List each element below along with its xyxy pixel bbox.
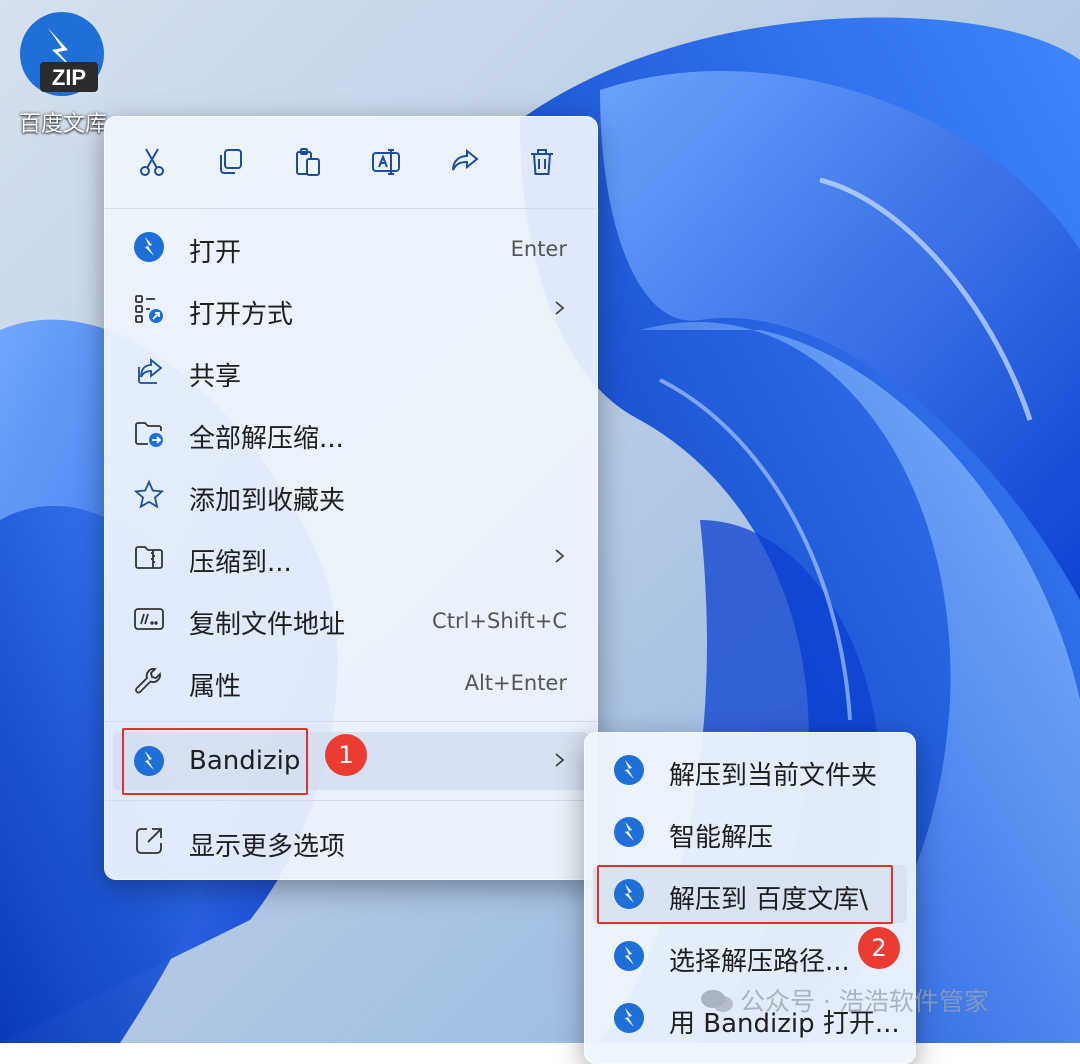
toolbar-separator [105,208,597,209]
menu-item-extract-all[interactable]: 全部解压缩... [113,404,589,462]
menu-item-show-more-options[interactable]: 显示更多选项 [113,812,589,870]
submenu-item-label: 选择解压路径... [669,947,850,977]
wrench-icon [135,668,161,694]
chevron-right-icon [555,301,565,315]
menu-item-properties[interactable]: 属性 Alt+Enter [113,652,589,710]
menu-item-label: 打开 [189,238,242,268]
chevron-right-icon [555,549,565,563]
menu-item-label: 压缩到... [189,548,292,578]
watermark: 公众号 · 浩浩软件管家 [700,982,989,1018]
step-badge-1: 1 [325,734,367,776]
menu-item-shortcut: Alt+Enter [464,671,567,695]
annotation-box-bandizip [122,728,308,795]
copy-icon [220,149,242,174]
menu-item-shortcut: Enter [510,237,567,261]
bandizip-icon [614,817,644,847]
menu-separator [105,800,597,801]
path-icon [134,608,164,630]
rename-button[interactable] [363,139,409,185]
menu-item-share[interactable]: 共享 [113,342,589,400]
zip-badge-text: ZIP [52,65,86,90]
share-icon [138,358,163,384]
trash-icon [531,149,553,175]
watermark-text: 公众号 · 浩浩软件管家 [740,987,989,1016]
submenu-item-smart-extract[interactable]: 智能解压 [593,803,907,861]
menu-item-label: 属性 [189,672,242,702]
chevron-right-icon [555,753,565,767]
wechat-icon [701,990,733,1012]
menu-item-label: 显示更多选项 [189,832,346,862]
delete-button[interactable] [519,139,565,185]
paste-icon [296,148,320,176]
menu-item-copy-path[interactable]: 复制文件地址 Ctrl+Shift+C [113,590,589,648]
bandizip-icon [134,232,164,262]
cut-button[interactable] [129,139,175,185]
zip-archive-icon: ZIP [20,12,104,96]
zip-folder-icon [135,546,163,569]
menu-item-add-favorites[interactable]: 添加到收藏夹 [113,466,589,524]
submenu-item-label: 智能解压 [669,823,774,853]
more-options-icon [136,828,162,854]
menu-item-open[interactable]: 打开 Enter [113,218,589,276]
bandizip-icon [614,941,644,971]
share-button[interactable] [441,139,487,185]
bandizip-icon [614,1003,644,1033]
menu-item-label: 复制文件地址 [189,610,346,640]
menu-item-open-with[interactable]: 打开方式 [113,280,589,338]
open-with-icon [135,295,163,323]
menu-separator [105,721,597,722]
submenu-item-label: 解压到当前文件夹 [669,761,878,791]
submenu-item-extract-here[interactable]: 解压到当前文件夹 [593,741,907,799]
menu-item-label: 全部解压缩... [189,424,344,454]
step-badge-2: 2 [858,927,900,969]
menu-item-shortcut: Ctrl+Shift+C [432,609,567,633]
copy-button[interactable] [207,139,253,185]
menu-item-compress-to[interactable]: 压缩到... [113,528,589,586]
context-menu-toolbar [105,117,597,207]
menu-item-label: 共享 [189,362,242,392]
share-icon [452,148,479,171]
rename-icon [372,149,400,175]
extract-folder-icon [135,422,163,447]
star-icon [133,479,165,509]
bandizip-icon [614,755,644,785]
menu-item-label: 添加到收藏夹 [189,486,346,516]
desktop-file-label: 百度文库 [18,112,107,137]
paste-button[interactable] [285,139,331,185]
annotation-box-extract-to [597,865,893,924]
menu-item-label: 打开方式 [189,300,294,330]
scissors-icon [140,148,164,176]
